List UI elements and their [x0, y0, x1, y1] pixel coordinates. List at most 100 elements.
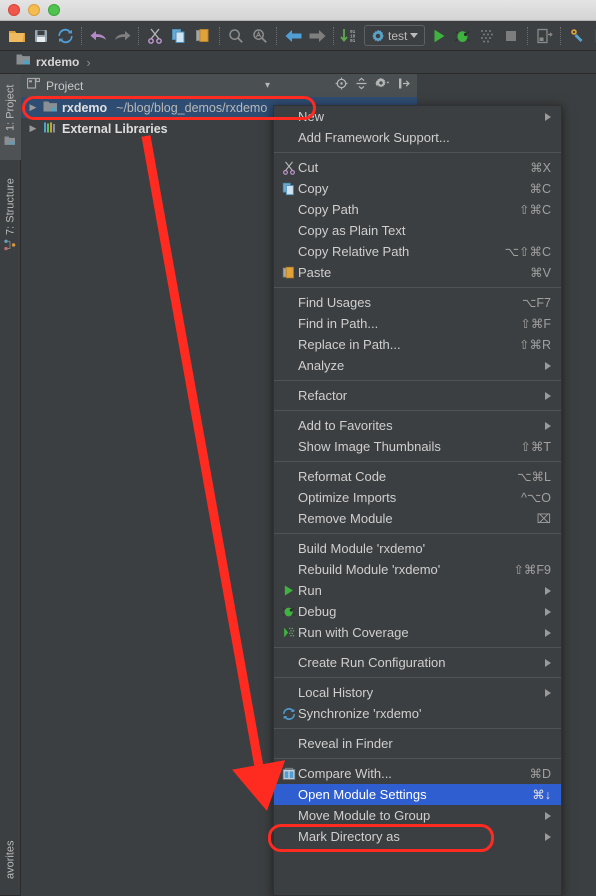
sidebar-item-favorites[interactable]: avorites	[0, 824, 21, 896]
menu-item-move-module-to-group[interactable]: Move Module to Group	[274, 805, 561, 826]
menu-item-label: Build Module 'rxdemo'	[298, 541, 426, 556]
run-coverage-icon[interactable]	[475, 24, 499, 48]
menu-item-add-to-favorites[interactable]: Add to Favorites	[274, 415, 561, 436]
menu-item-label: Show Image Thumbnails	[298, 439, 441, 454]
module-folder-icon	[43, 100, 58, 116]
menu-item-label: Remove Module	[298, 511, 393, 526]
close-button[interactable]	[8, 4, 20, 16]
libraries-icon	[43, 121, 58, 137]
hide-icon[interactable]	[398, 77, 411, 95]
sdk-manager-icon[interactable]	[565, 24, 589, 48]
project-structure-icon[interactable]	[532, 24, 556, 48]
menu-item-debug[interactable]: Debug	[274, 601, 561, 622]
project-panel-header: Project ▾	[21, 74, 417, 97]
menu-item-shortcut: ⌥⌘L	[517, 470, 551, 484]
run-configuration-selector[interactable]: test	[364, 25, 426, 46]
submenu-arrow-icon	[545, 832, 551, 841]
maximize-button[interactable]	[48, 4, 60, 16]
menu-item-shortcut: ⌘C	[529, 182, 551, 196]
menu-item-open-module-settings[interactable]: Open Module Settings ⌘↓	[274, 784, 561, 805]
menu-item-copy[interactable]: Copy ⌘C	[274, 178, 561, 199]
menu-item-label: Move Module to Group	[298, 808, 431, 823]
menu-item-build-module-rxdemo[interactable]: Build Module 'rxdemo'	[274, 538, 561, 559]
menu-item-shortcut: ⌘↓	[532, 788, 551, 802]
breadcrumb: rxdemo ›	[0, 51, 596, 74]
submenu-arrow-icon	[545, 811, 551, 820]
app-window: 01 10 01 test rxdemo › 1: Project 7: Str…	[0, 0, 596, 896]
compile-icon[interactable]: 01 10 01	[338, 24, 362, 48]
submenu-arrow-icon	[545, 361, 551, 370]
menu-item-run[interactable]: Run	[274, 580, 561, 601]
menu-item-reformat-code[interactable]: Reformat Code ⌥⌘L	[274, 466, 561, 487]
undo-icon[interactable]	[86, 24, 110, 48]
menu-item-refactor[interactable]: Refactor	[274, 385, 561, 406]
menu-item-label: Find in Path...	[298, 316, 379, 331]
toolbar-separator	[219, 26, 220, 45]
avd-manager-icon[interactable]	[589, 24, 596, 48]
cut-icon[interactable]	[143, 24, 167, 48]
forward-icon[interactable]	[305, 24, 329, 48]
sync-icon[interactable]	[53, 24, 77, 48]
menu-separator	[274, 677, 561, 678]
menu-item-find-in-path[interactable]: Find in Path... ⇧⌘F	[274, 313, 561, 334]
copy-icon[interactable]	[167, 24, 191, 48]
menu-item-paste[interactable]: Paste ⌘V	[274, 262, 561, 283]
menu-item-rebuild-module-rxdemo[interactable]: Rebuild Module 'rxdemo' ⇧⌘F9	[274, 559, 561, 580]
open-folder-icon[interactable]	[5, 24, 29, 48]
gear-icon	[372, 29, 384, 42]
menu-item-local-history[interactable]: Local History	[274, 682, 561, 703]
find-replace-icon[interactable]	[248, 24, 272, 48]
svg-text:01: 01	[350, 39, 356, 44]
menu-item-shortcut: ⌧	[536, 512, 551, 526]
chevron-down-icon[interactable]	[410, 33, 419, 38]
menu-item-new[interactable]: New	[274, 106, 561, 127]
menu-item-copy-as-plain-text[interactable]: Copy as Plain Text	[274, 220, 561, 241]
tree-twisty-icon[interactable]: ▶	[27, 102, 39, 113]
menu-item-label: Compare With...	[298, 766, 392, 781]
minimize-button[interactable]	[28, 4, 40, 16]
sidebar-item-structure[interactable]: 7: Structure	[0, 164, 21, 268]
menu-item-reveal-in-finder[interactable]: Reveal in Finder	[274, 733, 561, 754]
debug-icon[interactable]	[451, 24, 475, 48]
menu-item-analyze[interactable]: Analyze	[274, 355, 561, 376]
cut-icon	[279, 161, 298, 175]
run-icon[interactable]	[427, 24, 451, 48]
menu-item-show-image-thumbnails[interactable]: Show Image Thumbnails ⇧⌘T	[274, 436, 561, 457]
save-all-icon[interactable]	[29, 24, 53, 48]
menu-item-run-with-coverage[interactable]: Run with Coverage	[274, 622, 561, 643]
menu-item-remove-module[interactable]: Remove Module ⌧	[274, 508, 561, 529]
toolbar-separator	[527, 26, 529, 45]
menu-item-add-framework-support[interactable]: Add Framework Support...	[274, 127, 561, 148]
settings-gear-icon[interactable]	[375, 77, 391, 95]
menu-item-optimize-imports[interactable]: Optimize Imports ^⌥O	[274, 487, 561, 508]
menu-item-shortcut: ⇧⌘T	[520, 440, 551, 454]
menu-item-copy-path[interactable]: Copy Path ⇧⌘C	[274, 199, 561, 220]
menu-item-mark-directory-as[interactable]: Mark Directory as	[274, 826, 561, 847]
menu-item-label: Cut	[298, 160, 319, 175]
menu-item-replace-in-path[interactable]: Replace in Path... ⇧⌘R	[274, 334, 561, 355]
redo-icon[interactable]	[110, 24, 134, 48]
menu-item-synchronize-rxdemo[interactable]: Synchronize 'rxdemo'	[274, 703, 561, 724]
menu-item-copy-relative-path[interactable]: Copy Relative Path ⌥⇧⌘C	[274, 241, 561, 262]
menu-item-create-run-configuration[interactable]: Create Run Configuration	[274, 652, 561, 673]
menu-item-shortcut: ⇧⌘C	[518, 203, 551, 217]
menu-item-label: Mark Directory as	[298, 829, 400, 844]
paste-icon[interactable]	[191, 24, 215, 48]
menu-item-find-usages[interactable]: Find Usages ⌥F7	[274, 292, 561, 313]
tree-node-name: rxdemo	[62, 100, 108, 115]
panel-dropdown-icon[interactable]: ▾	[265, 80, 270, 91]
menu-item-cut[interactable]: Cut ⌘X	[274, 157, 561, 178]
stop-icon[interactable]	[499, 24, 523, 48]
find-icon[interactable]	[224, 24, 248, 48]
tree-twisty-icon[interactable]: ▶	[27, 123, 39, 134]
menu-separator	[274, 410, 561, 411]
breadcrumb-label[interactable]: rxdemo	[36, 55, 79, 69]
back-icon[interactable]	[281, 24, 305, 48]
menu-item-compare-with[interactable]: Compare With... ⌘D	[274, 763, 561, 784]
menu-item-label: Copy as Plain Text	[298, 223, 406, 238]
sidebar-item-project[interactable]: 1: Project	[0, 74, 21, 160]
collapse-all-icon[interactable]	[355, 77, 368, 95]
window-titlebar	[0, 0, 596, 21]
locate-icon[interactable]	[335, 77, 348, 95]
submenu-arrow-icon	[545, 391, 551, 400]
